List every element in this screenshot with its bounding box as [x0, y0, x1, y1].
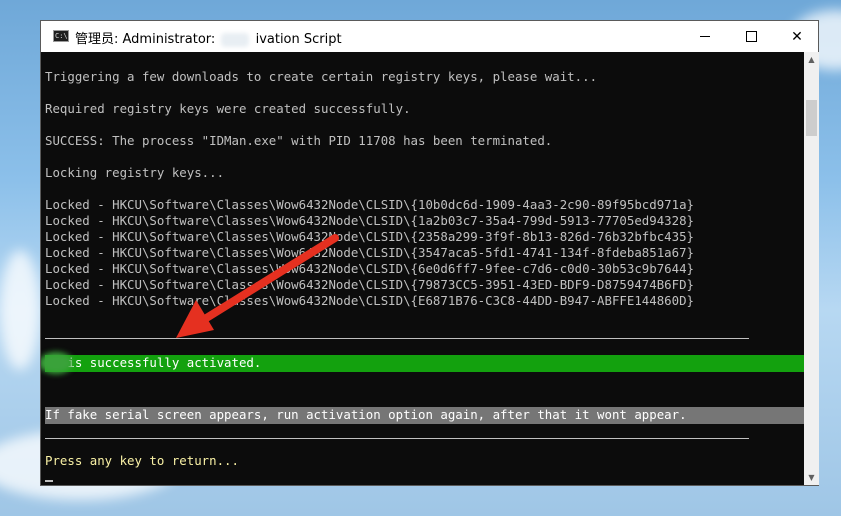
scroll-down-icon[interactable]: ▼ — [804, 470, 819, 485]
close-button[interactable]: ✕ — [774, 21, 820, 52]
console-line: Locking registry keys... — [45, 165, 225, 180]
console-line: Triggering a few downloads to create cer… — [45, 69, 598, 84]
locked-key-line: Locked - HKCU\Software\Classes\Wow6432No… — [45, 245, 695, 260]
minimize-button[interactable] — [682, 21, 728, 52]
redacted-title-part — [221, 32, 250, 47]
prompt-text: Press any key to return... — [45, 453, 239, 468]
vertical-scrollbar[interactable]: ▲ ▼ — [804, 52, 819, 485]
hint-text: If fake serial screen appears, run activ… — [45, 407, 687, 422]
window-title-suffix: ivation Script — [255, 32, 342, 47]
title-bar[interactable]: C:\ 管理员: Administrator: ivation Script ✕ — [41, 21, 818, 52]
hint-banner: If fake serial screen appears, run activ… — [45, 407, 804, 424]
console-icon[interactable]: C:\ — [53, 30, 69, 42]
maximize-button[interactable] — [728, 21, 774, 52]
window-title-prefix: 管理员: Administrator: — [75, 32, 216, 47]
maximize-icon — [745, 31, 757, 42]
minimize-icon — [700, 36, 710, 37]
console-line: Required registry keys were created succ… — [45, 101, 411, 116]
console-line: SUCCESS: The process "IDMan.exe" with PI… — [45, 133, 553, 148]
close-icon: ✕ — [791, 28, 803, 45]
success-text: is successfully activated. — [45, 355, 262, 370]
divider — [45, 438, 749, 439]
locked-key-line: Locked - HKCU\Software\Classes\Wow6432No… — [45, 277, 695, 292]
locked-key-line: Locked - HKCU\Software\Classes\Wow6432No… — [45, 197, 695, 212]
locked-key-line: Locked - HKCU\Software\Classes\Wow6432No… — [45, 229, 695, 244]
console-output[interactable]: Triggering a few downloads to create cer… — [41, 52, 804, 485]
locked-key-line: Locked - HKCU\Software\Classes\Wow6432No… — [45, 293, 695, 308]
locked-key-line: Locked - HKCU\Software\Classes\Wow6432No… — [45, 261, 695, 276]
scroll-thumb[interactable] — [806, 100, 817, 136]
success-banner: is successfully activated. — [41, 352, 804, 374]
text-cursor — [45, 480, 53, 482]
locked-key-line: Locked - HKCU\Software\Classes\Wow6432No… — [45, 213, 695, 228]
divider — [45, 338, 749, 339]
background-cloud — [0, 250, 40, 370]
scroll-up-icon[interactable]: ▲ — [804, 52, 819, 67]
console-window: C:\ 管理员: Administrator: ivation Script ✕… — [40, 20, 819, 486]
window-title: 管理员: Administrator: ivation Script — [75, 28, 342, 47]
